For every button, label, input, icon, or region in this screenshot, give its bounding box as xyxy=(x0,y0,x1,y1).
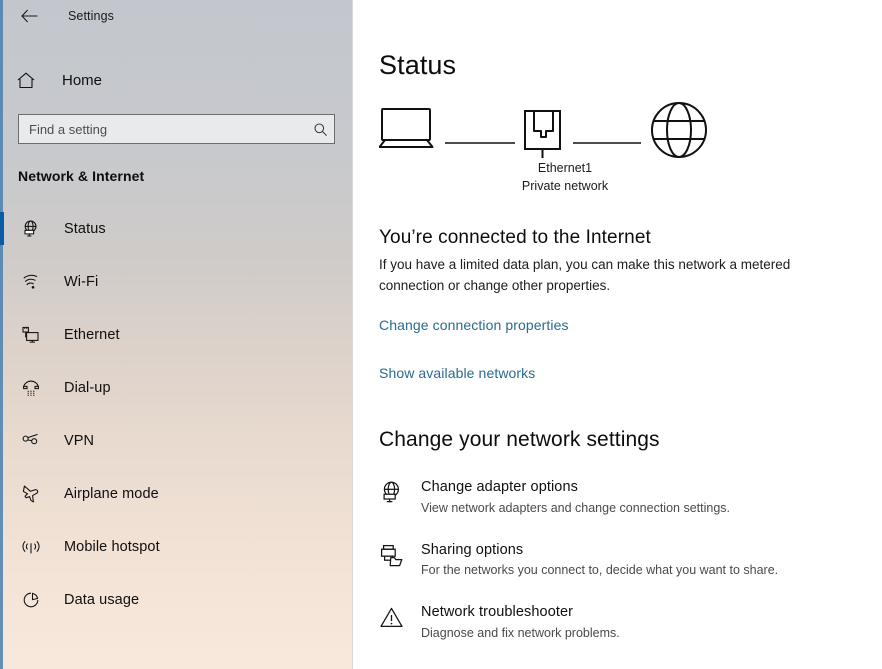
sidebar-item-label: Wi-Fi xyxy=(64,273,99,290)
connection-status-description: If you have a limited data plan, you can… xyxy=(379,257,791,293)
sidebar-item-mobile-hotspot[interactable]: Mobile hotspot xyxy=(0,520,352,573)
option-sharing-options[interactable]: Sharing options For the networks you con… xyxy=(379,541,859,580)
show-available-networks-link[interactable]: Show available networks xyxy=(379,365,535,381)
option-subtitle: View network adapters and change connect… xyxy=(421,500,730,515)
change-connection-properties-link[interactable]: Change connection properties xyxy=(379,317,569,333)
sidebar-item-data-usage[interactable]: Data usage xyxy=(0,573,352,626)
back-button[interactable] xyxy=(14,3,44,29)
network-settings-options: Change adapter options View network adap… xyxy=(379,478,882,642)
adapter-labels: Ethernet1 Private network xyxy=(475,159,655,195)
sidebar-nav: Status Wi-Fi Ethernet Dial-up VPN Airpla… xyxy=(0,202,352,626)
option-title: Sharing options xyxy=(421,541,524,558)
sidebar-item-wifi[interactable]: Wi-Fi xyxy=(0,255,352,308)
option-network-troubleshooter[interactable]: Network troubleshooter Diagnose and fix … xyxy=(379,603,859,642)
sidebar-item-airplane-mode[interactable]: Airplane mode xyxy=(0,467,352,520)
sidebar-item-home[interactable]: Home xyxy=(0,60,352,100)
sidebar-item-status[interactable]: Status xyxy=(0,202,352,255)
settings-window: Settings Home Network & Internet xyxy=(0,0,882,669)
sidebar-item-label: Dial-up xyxy=(64,379,111,396)
main-content: Status Ethernet1 Private network You’re … xyxy=(353,0,882,669)
globe-adapter-icon xyxy=(379,478,421,505)
sidebar-item-label: Status xyxy=(64,220,106,237)
connection-status-title: You’re connected to the Internet xyxy=(379,227,651,248)
airplane-icon xyxy=(18,483,44,504)
selection-indicator xyxy=(0,212,4,245)
option-title: Network troubleshooter xyxy=(421,604,574,621)
search-input[interactable] xyxy=(19,115,306,143)
dialup-phone-icon xyxy=(18,378,44,398)
home-icon xyxy=(16,71,44,90)
sidebar-item-label: Ethernet xyxy=(64,326,120,343)
wifi-icon xyxy=(18,272,44,292)
sidebar-item-label: Data usage xyxy=(64,591,140,608)
sidebar-section-title: Network & Internet xyxy=(18,168,145,184)
change-network-settings-heading: Change your network settings xyxy=(379,427,660,451)
sidebar-item-label: Airplane mode xyxy=(64,485,159,502)
option-subtitle: For the networks you connect to, decide … xyxy=(421,563,779,578)
adapter-type: Private network xyxy=(521,179,609,194)
vpn-key-icon xyxy=(18,431,44,451)
sidebar-item-label: VPN xyxy=(64,432,95,449)
network-diagram: Ethernet1 Private network xyxy=(378,101,719,195)
pie-chart-icon xyxy=(18,590,44,610)
sidebar-item-vpn[interactable]: VPN xyxy=(0,414,352,467)
option-title: Change adapter options xyxy=(421,478,578,495)
printer-folder-icon xyxy=(379,541,421,568)
warning-triangle-icon xyxy=(379,603,421,630)
ethernet-icon xyxy=(18,325,44,345)
hotspot-icon xyxy=(18,537,44,557)
window-title: Settings xyxy=(68,9,114,23)
search-icon[interactable] xyxy=(306,122,334,137)
ethernet-port-icon xyxy=(524,110,561,158)
search-box[interactable] xyxy=(18,114,335,144)
laptop-icon xyxy=(378,108,434,148)
sidebar-item-ethernet[interactable]: Ethernet xyxy=(0,308,352,361)
sidebar-item-label: Mobile hotspot xyxy=(64,538,160,555)
title-bar: Settings xyxy=(0,0,352,32)
sidebar-item-dialup[interactable]: Dial-up xyxy=(0,361,352,414)
globe-icon xyxy=(651,102,707,158)
option-change-adapter-options[interactable]: Change adapter options View network adap… xyxy=(379,478,859,517)
home-label: Home xyxy=(62,71,103,89)
adapter-name: Ethernet1 xyxy=(537,161,593,175)
page-title: Status xyxy=(379,50,457,80)
back-arrow-icon xyxy=(20,9,37,23)
option-subtitle: Diagnose and fix network problems. xyxy=(421,626,620,641)
sidebar: Settings Home Network & Internet xyxy=(0,0,353,669)
globe-monitor-icon xyxy=(18,219,44,239)
